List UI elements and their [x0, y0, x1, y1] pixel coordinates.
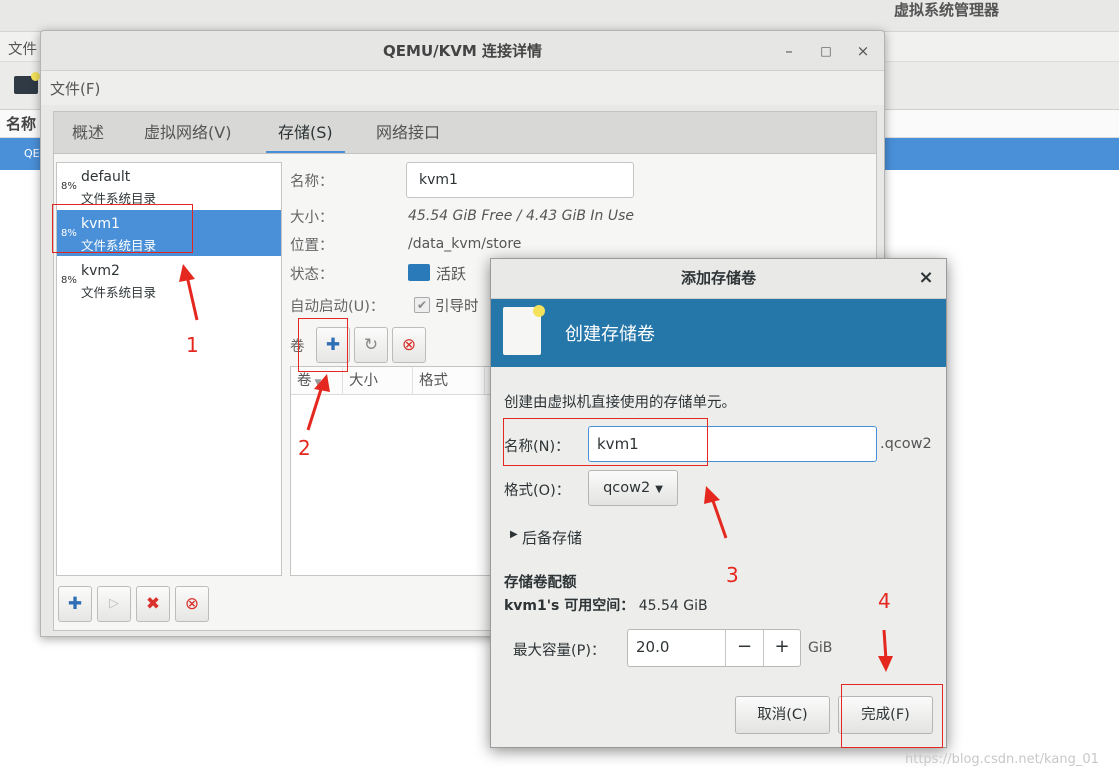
watermark: https://blog.csdn.net/kang_01 [905, 752, 1099, 767]
state-label: 状态： [290, 267, 334, 283]
pool-item-kvm2[interactable]: 8% kvm2 文件系统目录 [57, 257, 281, 303]
main-window-title: 虚拟系统管理器 [893, 1, 999, 19]
pool-usage: 8% [61, 181, 77, 192]
state-value: 活跃 [436, 265, 467, 283]
backing-store-expander[interactable]: 后备存储 [522, 527, 582, 548]
location-label: 位置： [290, 238, 334, 254]
column-name-header[interactable]: 名称 [6, 113, 36, 134]
maximize-button[interactable]: □ [814, 39, 838, 63]
annotation-arrow-3 [704, 486, 728, 539]
pool-type: 文件系统目录 [81, 285, 157, 300]
capacity-spinner: 20.0 − + [627, 629, 801, 667]
format-label: 格式(O)： [504, 483, 571, 499]
main-window-titlebar: 虚拟系统管理器 [0, 0, 1119, 32]
pool-name: default [81, 169, 131, 185]
row-label: QE [24, 147, 40, 160]
annotation-arrow-2 [306, 374, 330, 431]
annotation-box-name [503, 418, 708, 466]
menu-file[interactable]: 文件 [8, 38, 37, 59]
expander-arrow-icon[interactable]: ▶ [510, 529, 518, 540]
size-value: 45.54 GiB Free / 4.43 GiB In Use [408, 208, 634, 224]
name-label: 名称： [290, 174, 334, 190]
annotation-arrow-4 [878, 629, 893, 672]
location-value: /data_kvm/store [408, 236, 522, 252]
minimize-button[interactable]: – [777, 39, 801, 63]
delete-pool-button[interactable]: ⊗ [175, 586, 209, 622]
dialog-description: 创建由虚拟机直接使用的存储单元。 [504, 395, 736, 411]
autostart-label: 自动启动(U)： [290, 299, 385, 315]
size-separator: / [512, 208, 526, 224]
quota-title: 存储卷配额 [504, 575, 577, 591]
dialog-title: 添加存储卷 [680, 269, 756, 287]
tab-virtual-networks[interactable]: 虚拟网络(V) [132, 112, 243, 154]
pool-usage: 8% [61, 275, 77, 286]
column-size[interactable]: 大小 [343, 367, 413, 395]
capacity-label: 最大容量(P)： [513, 643, 606, 659]
annotation-label-2: 2 [298, 436, 311, 460]
capacity-input[interactable]: 20.0 [636, 638, 669, 656]
tab-network-interfaces[interactable]: 网络接口 [364, 112, 452, 154]
star-icon [31, 72, 40, 81]
size-free: 45.54 GiB Free [408, 208, 513, 224]
dialog-banner: 创建存储卷 [491, 299, 946, 367]
tab-bar: 概述 虚拟网络(V) 存储(S) 网络接口 [53, 111, 877, 154]
dialog-titlebar: 添加存储卷 × [491, 259, 946, 299]
annotation-label-1: 1 [186, 333, 199, 357]
cancel-button[interactable]: 取消(C) [735, 696, 830, 734]
connection-titlebar: QEMU/KVM 连接详情 – □ × [41, 31, 884, 71]
size-used: 4.43 GiB In Use [525, 208, 635, 224]
active-state-icon [408, 264, 430, 281]
stop-pool-button[interactable]: ✖ [136, 586, 170, 622]
column-format[interactable]: 格式 [413, 367, 485, 395]
available-space: kvm1's 可用空间： 45.54 GiB [504, 595, 708, 615]
annotation-label-3: 3 [726, 563, 739, 587]
autostart-checkbox[interactable]: ✔ [414, 297, 430, 313]
pool-name-field[interactable]: kvm1 [406, 162, 634, 198]
connection-menubar: 文件(F) [41, 71, 884, 105]
autostart-value: 引导时 [435, 299, 479, 315]
chevron-down-icon: ▼ [655, 484, 663, 495]
annotation-box-pool [52, 204, 193, 253]
add-pool-button[interactable]: ✚ [58, 586, 92, 622]
star-icon [533, 305, 545, 317]
annotation-box-finish [841, 684, 943, 748]
refresh-volumes-button[interactable]: ↻ [354, 327, 388, 363]
volume-name-suffix: .qcow2 [880, 436, 932, 452]
annotation-arrow-1 [179, 264, 199, 321]
pool-name: kvm2 [81, 263, 120, 279]
annotation-label-4: 4 [878, 589, 891, 613]
decrement-button[interactable]: − [725, 630, 763, 666]
connection-window-title: QEMU/KVM 连接详情 [383, 42, 542, 60]
start-pool-button[interactable]: ▷ [97, 586, 131, 622]
tab-overview[interactable]: 概述 [60, 112, 116, 154]
close-button[interactable]: × [851, 39, 875, 63]
dialog-close-button[interactable]: × [915, 267, 937, 289]
available-label: kvm1's 可用空间： [504, 598, 635, 614]
tab-storage[interactable]: 存储(S) [266, 112, 345, 154]
format-value: qcow2 [603, 480, 651, 496]
delete-volume-button[interactable]: ⊗ [392, 327, 426, 363]
menu-file[interactable]: 文件(F) [50, 78, 100, 99]
available-value: 45.54 GiB [638, 598, 708, 614]
pool-item-default[interactable]: 8% default 文件系统目录 [57, 163, 281, 209]
size-label: 大小： [290, 210, 334, 226]
increment-button[interactable]: + [763, 630, 800, 666]
banner-title: 创建存储卷 [565, 324, 655, 345]
format-dropdown[interactable]: qcow2 ▼ [588, 470, 678, 506]
capacity-unit: GiB [808, 640, 833, 656]
annotation-box-add-volume [298, 318, 348, 372]
